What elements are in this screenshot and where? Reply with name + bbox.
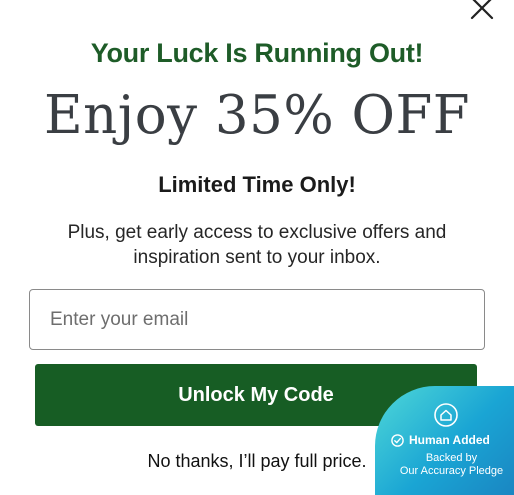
- limited-time-text: Limited Time Only!: [158, 172, 356, 197]
- badge-subtitle-line1: Backed by: [425, 452, 478, 464]
- discount-offer: Enjoy 35% OFF: [43, 85, 471, 146]
- email-input[interactable]: [29, 289, 485, 350]
- signup-description: Plus, get early access to exclusive offe…: [67, 222, 447, 268]
- home-icon: [434, 403, 458, 427]
- popup-headline: Your Luck Is Running Out!: [90, 38, 424, 68]
- accuracy-badge[interactable]: Human Added Backed by Our Accuracy Pledg…: [375, 386, 514, 495]
- close-button[interactable]: [468, 0, 496, 22]
- check-circle-icon: [391, 434, 404, 447]
- badge-subtitle-line2: Our Accuracy Pledge: [399, 465, 504, 477]
- close-icon: [470, 0, 494, 20]
- badge-title: Human Added: [409, 433, 490, 447]
